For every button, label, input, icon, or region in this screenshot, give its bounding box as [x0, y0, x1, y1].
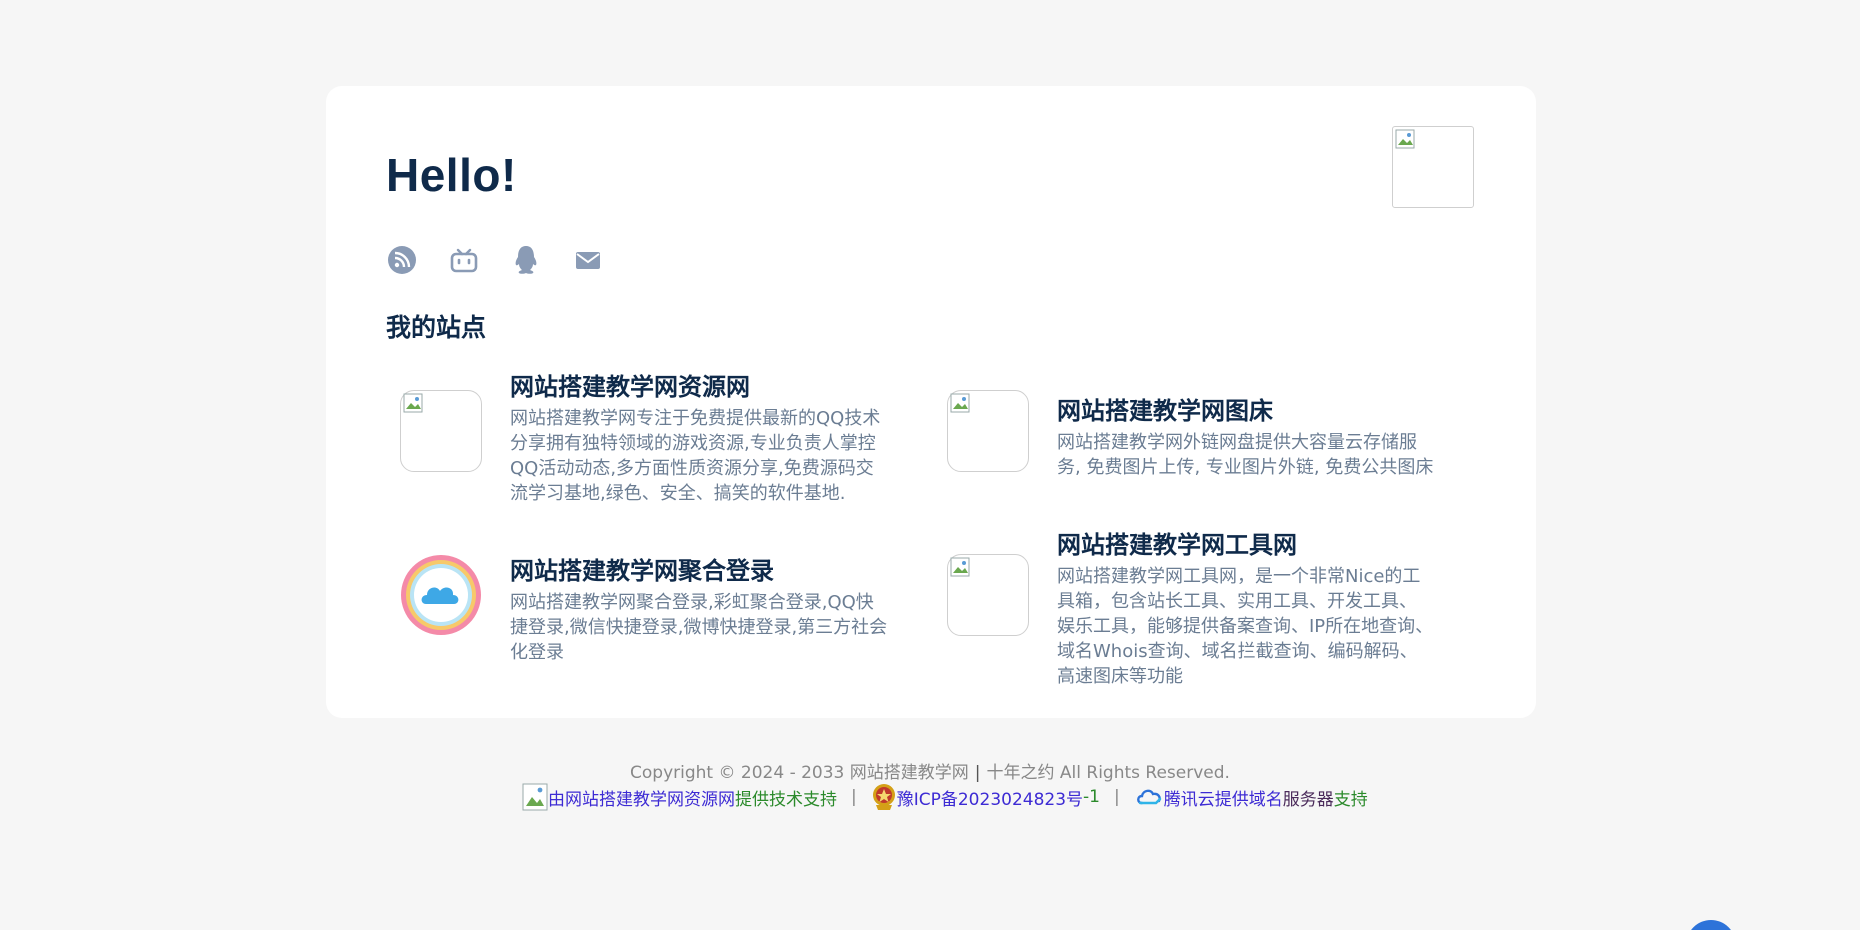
site-item-tools[interactable]: 网站搭建教学网工具网 网站搭建教学网工具网，是一个非常Nice的工 具箱，包含站… [947, 528, 1487, 689]
site-item-imagebed[interactable]: 网站搭建教学网图床 网站搭建教学网外链网盘提供大容量云存储服 务, 免费图片上传… [947, 390, 1487, 480]
desc-line: 分享拥有独特领域的游戏资源,专业负责人掌控 [510, 433, 876, 454]
site-thumbnail [400, 390, 482, 472]
site-item-login[interactable]: 网站搭建教学网聚合登录 网站搭建教学网聚合登录,彩虹聚合登录,QQ快 捷登录,微… [400, 554, 920, 665]
desc-line: 流学习基地,绿色、安全、搞笑的软件基地. [510, 483, 846, 504]
cloud-suffix: 支持 [1333, 789, 1368, 810]
greeting-title: Hello! [386, 149, 517, 201]
broken-image-icon [1395, 129, 1415, 149]
support-link[interactable]: 由网站搭建教学网资源网 [548, 785, 735, 810]
qq-icon[interactable] [510, 244, 542, 276]
site-title: 网站搭建教学网图床 [1057, 397, 1273, 425]
footer-separator: | [974, 763, 981, 783]
site-title: 网站搭建教学网聚合登录 [510, 557, 774, 585]
desc-line: 高速图床等功能 [1057, 666, 1183, 687]
rainbow-cloud-icon [401, 555, 481, 635]
profile-card: Hello! 我的站点 网站搭建教学网资源网 网站搭建教学网专注于免费提供最新的… [326, 86, 1536, 718]
site-thumbnail [947, 390, 1029, 472]
footer-links: 由网站搭建教学网资源网 提供技术支持 | 豫ICP备2023024823号 -1 |… [522, 782, 1368, 812]
icp-suffix: -1 [1083, 787, 1100, 807]
desc-line: 网站搭建教学网聚合登录,彩虹聚合登录,QQ快 [510, 592, 874, 613]
mail-icon[interactable] [572, 244, 604, 276]
social-links [386, 244, 604, 276]
footer-pipe: | [1113, 787, 1120, 807]
desc-line: QQ活动动态,多方面性质资源分享,免费源码交 [510, 458, 874, 479]
floating-action-button[interactable] [1686, 920, 1736, 930]
desc-line: 网站搭建教学网专注于免费提供最新的QQ技术 [510, 408, 881, 429]
site-title: 网站搭建教学网工具网 [1057, 531, 1297, 559]
sites-section-title: 我的站点 [386, 313, 487, 342]
desc-line: 具箱，包含站长工具、实用工具、开发工具、 [1057, 591, 1417, 612]
desc-line: 捷登录,微信快捷登录,微博快捷登录,第三方社会 [510, 617, 888, 638]
avatar [1392, 126, 1474, 208]
site-title: 网站搭建教学网资源网 [510, 373, 750, 401]
site-description: 网站搭建教学网聚合登录,彩虹聚合登录,QQ快 捷登录,微信快捷登录,微博快捷登录… [510, 590, 887, 665]
site-description: 网站搭建教学网外链网盘提供大容量云存储服 务, 免费图片上传, 专业图片外链, … [1057, 430, 1433, 480]
support-suffix: 提供技术支持 [735, 789, 837, 810]
tencent-cloud-link[interactable]: 腾讯云提供域名 [1164, 785, 1283, 810]
broken-image-icon [403, 393, 423, 413]
broken-image-icon [522, 783, 548, 811]
footer-pipe: | [851, 787, 857, 807]
desc-line: 娱乐工具，能够提供备案查询、IP所在地查询、 [1057, 616, 1434, 637]
rss-icon[interactable] [386, 244, 418, 276]
broken-image-icon [950, 557, 970, 577]
desc-line: 网站搭建教学网工具网，是一个非常Nice的工 [1057, 566, 1421, 587]
desc-line: 化登录 [510, 642, 564, 663]
desc-line: 务, 免费图片上传, 专业图片外链, 免费公共图床 [1057, 457, 1434, 478]
icp-link[interactable]: 豫ICP备2023024823号 [897, 785, 1083, 810]
slogan-text: 十年之约 All Rights Reserved. [986, 763, 1230, 783]
site-thumbnail [400, 554, 482, 636]
broken-image-icon [950, 393, 970, 413]
site-description: 网站搭建教学网工具网，是一个非常Nice的工 具箱，包含站长工具、实用工具、开发… [1057, 564, 1433, 689]
copyright-text: Copyright © 2024 - 2033 网站搭建教学网 [630, 763, 969, 783]
site-description: 网站搭建教学网专注于免费提供最新的QQ技术 分享拥有独特领域的游戏资源,专业负责… [510, 406, 880, 506]
desc-line: 域名Whois查询、域名拦截查询、编码解码、 [1057, 641, 1418, 662]
police-badge-icon [872, 784, 895, 810]
bilibili-icon[interactable] [448, 244, 480, 276]
site-thumbnail [947, 554, 1029, 636]
tencent-cloud-icon [1136, 789, 1161, 805]
cloud-mid: 服务器 [1282, 789, 1334, 810]
site-item-resource[interactable]: 网站搭建教学网资源网 网站搭建教学网专注于免费提供最新的QQ技术 分享拥有独特领… [400, 370, 920, 506]
footer-copyright: Copyright © 2024 - 2033 网站搭建教学网 | 十年之约 All… [0, 758, 1860, 783]
desc-line: 网站搭建教学网外链网盘提供大容量云存储服 [1057, 432, 1417, 453]
